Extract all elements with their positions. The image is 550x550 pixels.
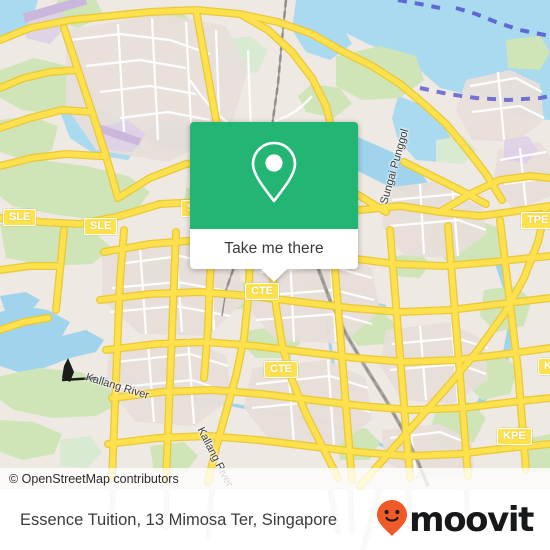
popup-tail xyxy=(261,269,287,282)
road-shield-sle-2: SLE xyxy=(84,218,118,235)
moovit-wordmark: moovit xyxy=(409,500,534,540)
moovit-map-screenshot: SLE SLE SLE TPE CTE CTE KPE KPE Kallang … xyxy=(0,0,550,550)
popup-cta-area[interactable]: Take me there xyxy=(190,229,358,282)
road-shield-cte-2: CTE xyxy=(264,361,298,378)
road-shield-kpe-1: KPE xyxy=(538,358,550,375)
popup-pin-area xyxy=(190,122,358,229)
moovit-pin-smile-icon xyxy=(376,499,408,542)
road-shield-kpe-2: KPE xyxy=(497,428,532,445)
place-title: Essence Tuition, 13 Mimosa Ter, Singapor… xyxy=(20,510,338,529)
map-pin-icon xyxy=(247,139,301,212)
road-shield-cte-1: CTE xyxy=(245,283,279,300)
location-popup[interactable]: Take me there xyxy=(190,122,358,282)
footer-bar: Essence Tuition, 13 Mimosa Ter, Singapor… xyxy=(0,490,550,550)
road-shield-sle-1: SLE xyxy=(3,209,37,226)
road-shield-tpe: TPE xyxy=(521,212,550,229)
moovit-logo[interactable]: moovit xyxy=(376,499,534,542)
take-me-there-label: Take me there xyxy=(224,240,324,257)
osm-attribution: © OpenStreetMap contributors xyxy=(0,468,550,490)
